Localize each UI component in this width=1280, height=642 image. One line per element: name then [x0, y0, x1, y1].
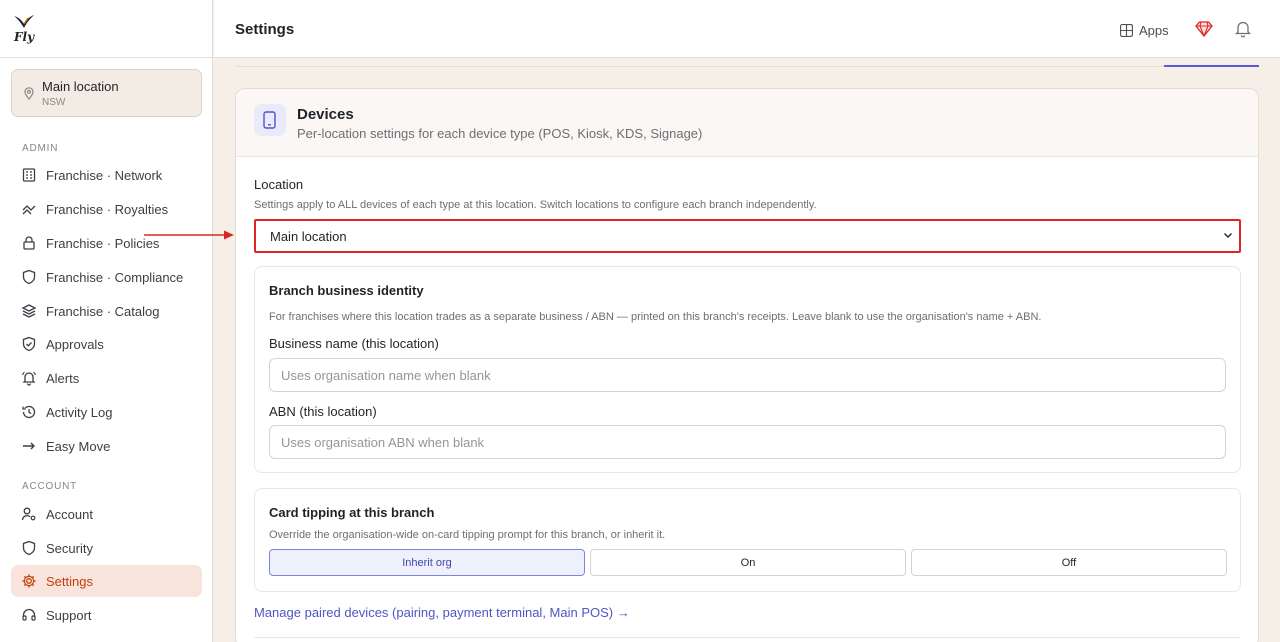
sidebar-item-alerts[interactable]: Alerts — [11, 362, 202, 394]
branch-identity-title: Branch business identity — [269, 283, 424, 298]
bird-icon — [14, 15, 34, 28]
location-label: Location — [254, 177, 304, 192]
layers-icon — [21, 304, 37, 318]
sidebar-item-label: Security — [46, 541, 93, 556]
shield-check-icon — [22, 336, 36, 352]
admin-section-label: ADMIN — [22, 143, 59, 154]
sidebar-item-label: Support — [46, 608, 92, 623]
user-cog-icon — [21, 507, 36, 521]
logo-text: Fly — [14, 30, 35, 44]
sidebar: Fly Main location NSW ADMIN Franchise · … — [0, 0, 213, 642]
sidebar-item-franchise-royalties[interactable]: Franchise · Royalties — [11, 193, 202, 225]
sidebar-item-label: Alerts — [46, 371, 80, 386]
branch-identity-section: Branch business identity For franchises … — [254, 266, 1241, 473]
tablet-icon — [263, 111, 276, 129]
shield-icon — [22, 540, 36, 556]
location-select-value: Main location — [270, 229, 347, 244]
devices-card-header: Devices Per-location settings for each d… — [236, 89, 1258, 157]
abn-input[interactable] — [269, 425, 1226, 459]
clock-icon — [22, 405, 36, 419]
abn-label: ABN (this location) — [269, 404, 377, 419]
apps-button[interactable]: Apps — [1120, 20, 1169, 40]
business-name-label: Business name (this location) — [269, 336, 439, 351]
tabs-divider — [236, 66, 1258, 67]
sidebar-item-activity-log[interactable]: Activity Log — [11, 396, 202, 428]
device-icon-tile — [254, 104, 286, 136]
devices-subtitle: Per-location settings for each device ty… — [297, 126, 703, 141]
sidebar-item-label: Settings — [46, 574, 93, 589]
tipping-option-off[interactable]: Off — [911, 549, 1227, 576]
location-switcher[interactable]: Main location NSW — [11, 69, 202, 117]
sidebar-item-support[interactable]: Support — [11, 599, 202, 631]
building-icon — [22, 168, 36, 182]
divider — [254, 637, 1241, 638]
royalties-icon — [22, 205, 36, 215]
card-tipping-section: Card tipping at this branch Override the… — [254, 488, 1241, 592]
gem-icon[interactable] — [1195, 21, 1213, 37]
sidebar-item-franchise-network[interactable]: Franchise · Network — [11, 159, 202, 191]
sidebar-item-label: Easy Move — [46, 439, 111, 454]
devices-title: Devices — [297, 106, 354, 123]
location-region: NSW — [42, 97, 66, 108]
sidebar-item-label: Activity Log — [46, 405, 113, 420]
sidebar-item-franchise-compliance[interactable]: Franchise · Compliance — [11, 261, 202, 293]
sidebar-item-label: Franchise · Royalties — [46, 202, 169, 217]
headset-icon — [22, 608, 36, 621]
sidebar-item-label: Franchise · Catalog — [46, 304, 160, 319]
sidebar-item-label: Account — [46, 507, 93, 522]
arrow-right-icon — [23, 442, 35, 450]
location-select[interactable]: Main location — [254, 219, 1241, 253]
account-section-label: ACCOUNT — [22, 481, 78, 492]
sidebar-item-account[interactable]: Account — [11, 498, 202, 530]
branch-identity-help: For franchises where this location trade… — [269, 311, 1042, 323]
active-tab-indicator — [1164, 65, 1259, 67]
tipping-option-on[interactable]: On — [590, 549, 906, 576]
bell-icon[interactable] — [1235, 20, 1251, 38]
grid-icon — [1120, 23, 1133, 37]
location-name: Main location — [42, 79, 119, 94]
annotation-arrow-icon — [144, 230, 234, 240]
sidebar-item-approvals[interactable]: Approvals — [11, 328, 202, 360]
business-name-input[interactable] — [269, 358, 1226, 392]
apps-label: Apps — [1139, 22, 1169, 38]
sidebar-item-label: Franchise · Policies — [46, 236, 160, 251]
lock-icon — [23, 236, 35, 250]
chevron-down-icon — [1224, 233, 1232, 238]
top-header: Settings Apps — [214, 0, 1280, 58]
manage-paired-devices-link[interactable]: Manage paired devices (pairing, payment … — [254, 605, 630, 620]
gear-icon — [22, 574, 36, 588]
bell-alert-icon — [21, 371, 37, 386]
shield-icon — [22, 269, 36, 285]
sidebar-item-label: Approvals — [46, 337, 104, 352]
card-tipping-help: Override the organisation-wide on-card t… — [269, 529, 666, 541]
sidebar-item-label: Franchise · Network — [46, 168, 163, 183]
page-title: Settings — [235, 21, 295, 38]
sidebar-item-label: Franchise · Compliance — [46, 270, 184, 285]
card-tipping-title: Card tipping at this branch — [269, 505, 435, 520]
divider — [0, 57, 213, 58]
location-help-text: Settings apply to ALL devices of each ty… — [254, 199, 817, 211]
tipping-option-inherit[interactable]: Inherit org — [269, 549, 585, 576]
sidebar-item-franchise-catalog[interactable]: Franchise · Catalog — [11, 295, 202, 327]
sidebar-item-easy-move[interactable]: Easy Move — [11, 430, 202, 462]
map-pin-icon — [24, 87, 34, 100]
devices-card: Devices Per-location settings for each d… — [235, 88, 1259, 642]
sidebar-item-settings[interactable]: Settings — [11, 565, 202, 597]
sidebar-item-security[interactable]: Security — [11, 532, 202, 564]
